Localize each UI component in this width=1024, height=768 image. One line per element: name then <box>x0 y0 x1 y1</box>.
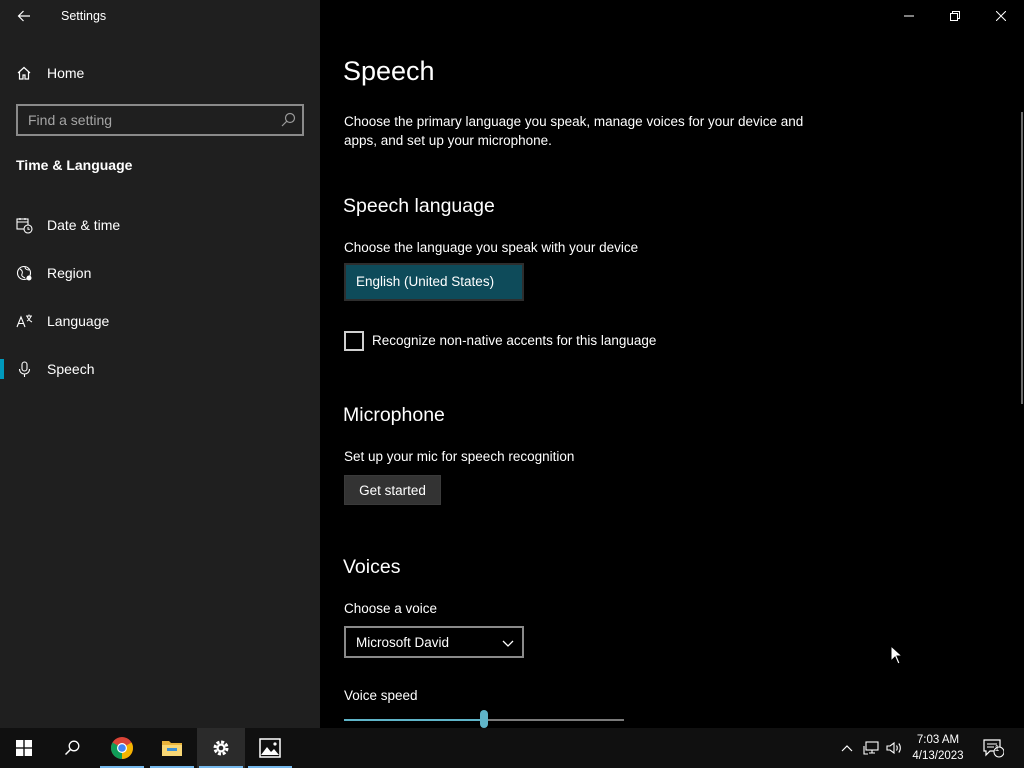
page-description: Choose the primary language you speak, m… <box>344 114 804 148</box>
chrome-icon <box>111 737 133 759</box>
taskbar-search-button[interactable] <box>48 728 96 768</box>
nav-home[interactable]: Home <box>16 60 84 86</box>
microphone-heading: Microphone <box>343 404 445 426</box>
back-button[interactable] <box>8 2 40 30</box>
choose-voice-label: Choose a voice <box>344 601 438 616</box>
sidebar-item-language[interactable]: Language <box>0 301 320 341</box>
home-icon <box>17 66 31 80</box>
sidebar-item-label: Date & time <box>47 217 121 233</box>
notification-count: 1 <box>994 744 1000 753</box>
taskbar-clock[interactable]: 7:03 AM 4/13/2023 <box>905 732 971 764</box>
voices-heading: Voices <box>343 556 401 578</box>
start-icon <box>16 740 32 756</box>
network-button[interactable] <box>861 728 881 768</box>
minimize-button[interactable] <box>886 0 932 32</box>
sidebar-item-speech[interactable]: Speech <box>0 349 320 389</box>
photos-icon <box>259 738 281 758</box>
clock-date: 4/13/2023 <box>912 750 964 762</box>
back-arrow-icon <box>17 10 30 22</box>
page-title: Speech <box>343 56 435 86</box>
scrollbar[interactable] <box>1021 112 1023 404</box>
get-started-button[interactable]: Get started <box>344 475 441 505</box>
sidebar-item-date-time[interactable]: Date & time <box>0 205 320 245</box>
section-title: Time & Language <box>16 157 133 173</box>
slider-thumb[interactable] <box>480 710 488 728</box>
sidebar: Settings Home Time & Language Date & tim… <box>0 0 320 728</box>
language-icon <box>16 313 33 330</box>
voice-speed-label: Voice speed <box>344 688 418 703</box>
network-icon <box>863 741 879 755</box>
search-icon <box>64 740 80 756</box>
volume-button[interactable] <box>884 728 904 768</box>
chevron-up-icon <box>841 745 853 752</box>
show-hidden-icons-button[interactable] <box>838 728 856 768</box>
restore-icon <box>950 11 960 21</box>
taskbar: 7:03 AM 4/13/2023 1 <box>0 728 1024 768</box>
app-title: Settings <box>61 9 107 23</box>
slider-fill <box>344 719 484 721</box>
mouse-cursor-icon <box>890 645 904 665</box>
nav-home-label: Home <box>47 65 85 81</box>
sidebar-item-label: Speech <box>47 361 95 377</box>
taskbar-file-explorer[interactable] <box>148 728 196 768</box>
sidebar-item-label: Region <box>47 265 92 281</box>
non-native-accents-label[interactable]: Recognize non-native accents for this la… <box>372 333 656 348</box>
close-button[interactable] <box>978 0 1024 32</box>
minimize-icon <box>904 15 914 17</box>
globe-icon <box>16 265 33 282</box>
taskbar-chrome[interactable] <box>98 728 146 768</box>
non-native-accents-checkbox[interactable] <box>344 331 364 351</box>
microphone-icon <box>16 361 33 378</box>
taskbar-photos[interactable] <box>246 728 294 768</box>
close-icon <box>996 11 1006 21</box>
speech-language-heading: Speech language <box>343 195 495 217</box>
file-explorer-icon <box>162 741 182 756</box>
voice-select-value: Microsoft David <box>356 635 450 650</box>
voice-speed-slider[interactable] <box>344 710 624 728</box>
sidebar-item-region[interactable]: Region <box>0 253 320 293</box>
main-content: Speech Choose the primary language you s… <box>320 0 1024 728</box>
speech-language-label: Choose the language you speak with your … <box>344 240 639 255</box>
calendar-clock-icon <box>16 217 33 234</box>
clock-time: 7:03 AM <box>916 734 960 746</box>
volume-icon <box>886 741 901 755</box>
chevron-down-icon <box>502 640 514 647</box>
sidebar-item-label: Language <box>47 313 110 329</box>
search-input[interactable] <box>18 106 302 134</box>
restore-button[interactable] <box>932 0 978 32</box>
microphone-label: Set up your mic for speech recognition <box>344 449 575 464</box>
selection-indicator <box>0 359 4 379</box>
start-button[interactable] <box>0 728 48 768</box>
search-icon[interactable] <box>280 112 296 128</box>
action-center-button[interactable]: 1 <box>978 728 1008 768</box>
speech-language-select[interactable]: English (United States) <box>344 263 524 301</box>
voice-select[interactable]: Microsoft David <box>344 626 524 658</box>
taskbar-settings[interactable] <box>197 728 245 768</box>
settings-icon <box>213 740 229 756</box>
search-box[interactable] <box>16 104 304 136</box>
